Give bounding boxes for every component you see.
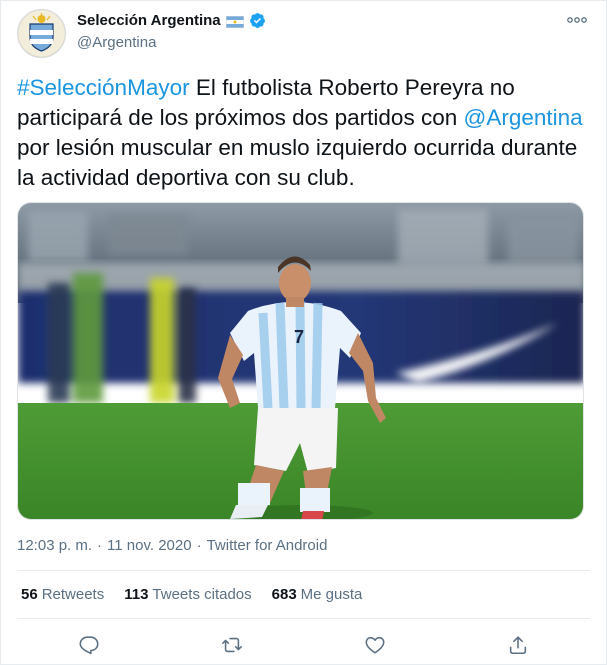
author-name-row: Selección Argentina [77,12,266,29]
tweet-actions [17,627,590,663]
author-name[interactable]: Selección Argentina [77,12,221,29]
divider [17,570,590,571]
tweet-stats: 56 Retweets 113 Tweets citados 683 Me gusta [21,586,362,603]
retweet-icon [221,637,242,653]
tweet-text: #SelecciónMayor El futbolista Roberto Pe… [17,73,592,193]
hashtag-link[interactable]: #SelecciónMayor [17,75,190,100]
more-icon[interactable] [566,13,588,27]
retweets-stat[interactable]: 56 Retweets [21,586,104,603]
likes-label: Me gusta [300,586,363,603]
meta-separator: · [196,537,202,554]
tweet-meta: 12:03 p. m. · 11 nov. 2020 · Twitter for… [17,537,327,554]
quotes-stat[interactable]: 113 Tweets citados [124,586,251,603]
tweet-source[interactable]: Twitter for Android [207,537,328,554]
share-button[interactable] [501,628,535,662]
retweet-button[interactable] [215,628,249,662]
tweet-text-segment: por lesión muscular en muslo izquierdo o… [17,135,578,190]
like-button[interactable] [358,628,392,662]
football-player-photo: 7 [18,203,583,519]
tweet-date[interactable]: 11 nov. 2020 [107,537,192,554]
reply-icon [79,636,99,655]
divider [17,618,590,619]
heart-icon [365,636,385,654]
avatar[interactable] [17,9,66,58]
tweet-header: Selección Argentina @Argentina [17,9,590,59]
likes-count: 683 [271,586,297,603]
argentina-flag-icon [225,15,244,28]
quotes-label: Tweets citados [152,586,252,603]
likes-stat[interactable]: 683 Me gusta [272,586,363,603]
svg-text:7: 7 [294,327,304,347]
tweet-card: Selección Argentina @Argentina #Selecció… [0,0,607,665]
retweets-count: 56 [21,586,38,603]
quotes-count: 113 [124,586,149,603]
tweet-photo[interactable]: 7 [17,202,584,520]
reply-button[interactable] [72,628,106,662]
author-handle[interactable]: @Argentina [77,34,156,51]
afa-crest-icon [18,10,65,57]
meta-separator: · [97,537,103,554]
mention-link[interactable]: @Argentina [463,105,582,130]
share-icon [510,636,527,655]
retweets-label: Retweets [41,586,105,603]
tweet-time[interactable]: 12:03 p. m. [17,537,92,554]
verified-badge-icon [249,12,266,29]
